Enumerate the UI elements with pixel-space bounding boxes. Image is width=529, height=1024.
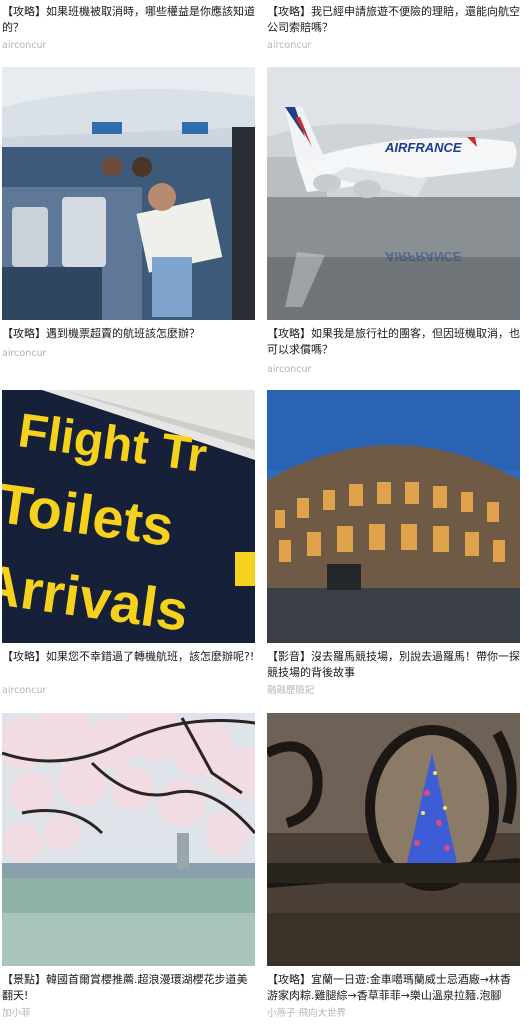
- cherry-blossom-image[interactable]: [2, 713, 255, 966]
- article-title[interactable]: 【影音】沒去羅馬競技場，別說去過羅馬！帶你一探競技場的背後故事: [267, 649, 520, 681]
- airline-logo-text: AIRFRANCE: [384, 140, 462, 155]
- article-source: 加小菲: [2, 1008, 31, 1019]
- article-title[interactable]: 【攻略】我已經申請旅遊不便險的理賠，還能向航空公司索賠嗎？: [267, 4, 520, 36]
- article-title[interactable]: 【攻略】如果我是旅行社的團客，但因班機取消，也可以求償嗎？: [267, 326, 520, 358]
- article-title[interactable]: 【攻略】宜蘭一日遊:金車噶瑪蘭威士忌酒廠→林香游家肉粽.雞腿綜→香草菲菲→樂山溫…: [267, 972, 520, 1004]
- article-title[interactable]: 【攻略】遇到機票超賣的航班該怎麼辦？: [2, 326, 255, 342]
- article-source: 小燕子 飛向大世界: [267, 1008, 347, 1019]
- article-title[interactable]: 【攻略】如果班機被取消時，哪些權益是你應該知道的？: [2, 4, 255, 36]
- airport-sign-image[interactable]: Flight Tr Toilets Arrivals: [2, 390, 255, 643]
- article-source: airconcur: [267, 40, 312, 51]
- colosseum-image[interactable]: [267, 390, 520, 643]
- article-title[interactable]: 【景點】韓國首爾賞櫻推薦.超浪漫環湖櫻花步道美翻天!: [2, 972, 255, 1004]
- airplane-cabin-image[interactable]: [2, 67, 255, 320]
- iron-railing-image[interactable]: [267, 713, 520, 966]
- article-source: 融融歷險記: [267, 685, 315, 696]
- article-source: airconcur: [2, 348, 47, 359]
- air-france-plane-image[interactable]: AIRFRANCE AIRFRANCE: [267, 67, 520, 320]
- article-title[interactable]: 【攻略】如果您不幸錯過了轉機航班，該怎麼辦呢?!: [2, 649, 255, 665]
- svg-text:AIRFRANCE: AIRFRANCE: [384, 249, 462, 264]
- article-source: airconcur: [2, 40, 47, 51]
- article-source: airconcur: [267, 364, 312, 375]
- article-source: airconcur: [2, 685, 47, 696]
